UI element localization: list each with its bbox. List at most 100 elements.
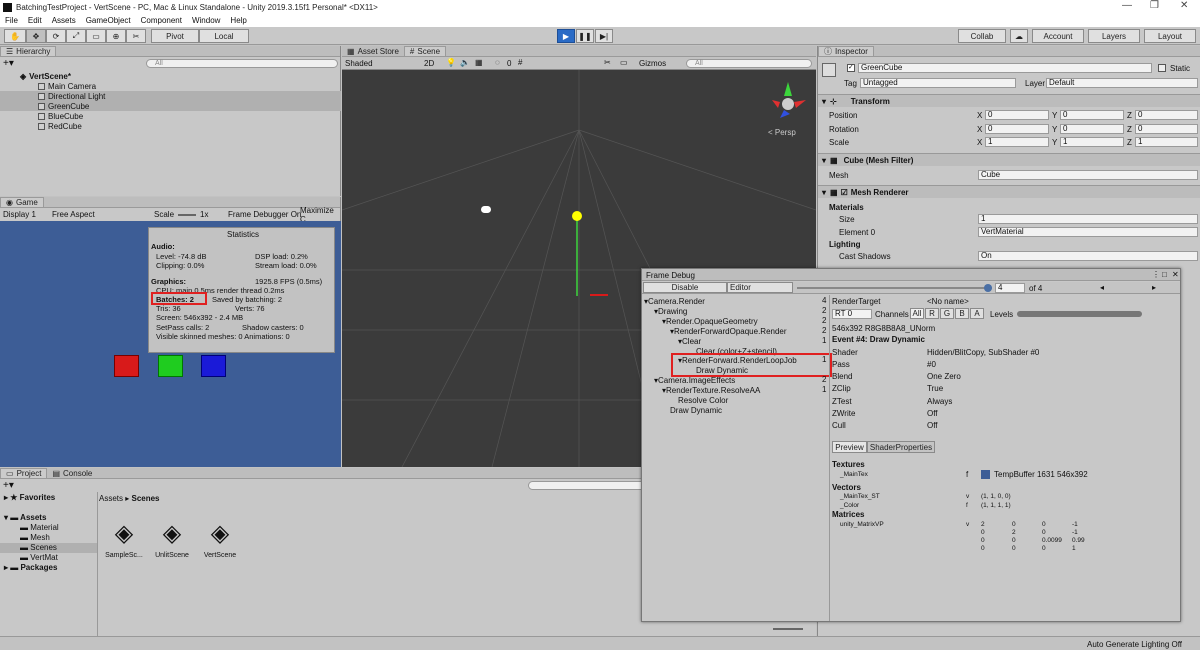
hierarchy-item-greencube[interactable]: GreenCube <box>0 101 341 111</box>
tree-forward-opaque[interactable]: ▾ RenderForwardOpaque.Render <box>670 326 787 336</box>
folder-vertmat[interactable]: ▬ VertMat <box>20 553 58 562</box>
position-z-field[interactable]: 0 <box>1135 110 1198 120</box>
active-checkbox[interactable]: ✓ <box>847 64 855 72</box>
layers-button[interactable]: Layers <box>1088 29 1140 43</box>
prev-event-icon[interactable]: ◂ <box>1100 283 1104 292</box>
rotate-tool-icon[interactable]: ⟳ <box>46 29 66 43</box>
tab-game[interactable]: ◉ Game <box>0 197 44 207</box>
position-x-field[interactable]: 0 <box>985 110 1049 120</box>
rotation-z-field[interactable]: 0 <box>1135 124 1198 134</box>
rect-tool-icon[interactable]: ▭ <box>86 29 106 43</box>
breadcrumb-leaf[interactable]: Scenes <box>131 494 159 503</box>
transform-header[interactable]: ▾ ⊹ Transform <box>818 94 1200 107</box>
pause-button[interactable]: ❚❚ <box>576 29 594 43</box>
cast-shadows-dropdown[interactable]: On <box>978 251 1198 261</box>
meshrenderer-checkbox[interactable]: ☑ <box>841 188 848 197</box>
audio-toggle-icon[interactable]: 🔈 <box>460 58 470 67</box>
gizmos-dropdown[interactable]: Gizmos <box>639 59 666 68</box>
add-icon[interactable]: +▾ <box>3 58 14 69</box>
mesh-field[interactable]: Cube <box>978 170 1198 180</box>
event-slider-thumb[interactable] <box>984 284 992 292</box>
lighting-toggle-icon[interactable]: 💡 <box>446 58 456 67</box>
minimize-icon[interactable]: — <box>1122 0 1132 11</box>
editor-dropdown[interactable]: Editor <box>727 282 793 293</box>
play-button[interactable]: ▶ <box>557 29 575 43</box>
tab-hierarchy[interactable]: ☰ Hierarchy <box>0 46 57 56</box>
scale-z-field[interactable]: 1 <box>1135 137 1198 147</box>
tab-inspector[interactable]: ⓘ Inspector <box>818 46 874 56</box>
menu-gameobject[interactable]: GameObject <box>86 16 131 25</box>
menu-window[interactable]: Window <box>192 16 220 25</box>
folder-mesh[interactable]: ▬ Mesh <box>20 533 50 542</box>
tab-shader-properties[interactable]: ShaderProperties <box>867 441 935 453</box>
meshfilter-header[interactable]: ▾ ▦ Cube (Mesh Filter) <box>818 153 1200 166</box>
channel-b-button[interactable]: B <box>955 308 969 319</box>
hierarchy-item-directional-light[interactable]: Directional Light <box>0 91 341 101</box>
hidden-objects-icon[interactable]: ◌ <box>495 58 500 67</box>
shading-dropdown[interactable]: Shaded <box>345 59 373 68</box>
local-button[interactable]: Local <box>199 29 249 43</box>
hierarchy-item-redcube[interactable]: RedCube <box>0 121 341 131</box>
event-slider[interactable] <box>797 287 992 289</box>
camera-icon[interactable]: ▭ <box>620 58 628 67</box>
rotation-x-field[interactable]: 0 <box>985 124 1049 134</box>
channel-g-button[interactable]: G <box>940 308 954 319</box>
materials-label[interactable]: Materials <box>829 203 864 212</box>
custom-tool-icon[interactable]: ✂ <box>126 29 146 43</box>
tab-console[interactable]: ▤ Console <box>47 468 97 478</box>
event-step-field[interactable]: 4 <box>995 283 1025 293</box>
effects-icon[interactable]: ▦ <box>475 58 483 67</box>
breadcrumb-root[interactable]: Assets <box>99 494 123 503</box>
scene-search-input[interactable]: All <box>686 59 812 68</box>
tree-camera-render[interactable]: ▾ Camera.Render <box>644 296 705 306</box>
create-icon[interactable]: +▾ <box>3 480 14 491</box>
transform-tool-icon[interactable]: ⊕ <box>106 29 126 43</box>
folder-material[interactable]: ▬ Material <box>20 523 59 532</box>
position-y-field[interactable]: 0 <box>1060 110 1124 120</box>
maximize-icon[interactable]: ❐ <box>1150 0 1159 11</box>
asset-file-samplescene[interactable]: ◈ SampleSc... <box>104 516 144 559</box>
layer-dropdown[interactable]: Default <box>1046 78 1198 88</box>
scale-tool-icon[interactable]: ⤢ <box>66 29 86 43</box>
persp-label[interactable]: < Persp <box>768 128 796 137</box>
mode-2d-toggle[interactable]: 2D <box>424 59 434 68</box>
channel-all-button[interactable]: All <box>910 308 924 319</box>
tree-drawing[interactable]: ▾ Drawing <box>654 306 687 316</box>
hand-tool-icon[interactable]: ✋ <box>4 29 26 43</box>
folder-scenes[interactable]: ▬ Scenes <box>0 543 97 553</box>
channel-a-button[interactable]: A <box>970 308 984 319</box>
zoom-slider[interactable] <box>773 628 803 630</box>
size-field[interactable]: 1 <box>978 214 1198 224</box>
disable-button[interactable]: Disable <box>643 282 727 293</box>
menu-assets[interactable]: Assets <box>52 16 76 25</box>
scale-slider[interactable] <box>178 214 196 216</box>
channel-r-button[interactable]: R <box>925 308 939 319</box>
tools-icon[interactable]: ✂ <box>604 58 611 67</box>
rt-dropdown[interactable]: RT 0 <box>832 309 872 319</box>
tab-asset-store[interactable]: ▦ Asset Store <box>342 46 404 56</box>
move-tool-icon[interactable]: ✥ <box>26 29 46 43</box>
lighting-status[interactable]: Auto Generate Lighting Off <box>1087 640 1182 649</box>
tag-dropdown[interactable]: Untagged <box>860 78 1016 88</box>
meshrenderer-header[interactable]: ▾ ▦ ☑ Mesh Renderer <box>818 185 1200 198</box>
cloud-icon[interactable]: ☁ <box>1010 29 1028 43</box>
next-event-icon[interactable]: ▸ <box>1152 283 1156 292</box>
lighting-label[interactable]: Lighting <box>829 240 861 249</box>
menu-file[interactable]: File <box>5 16 18 25</box>
collab-button[interactable]: Collab <box>958 29 1006 43</box>
display-dropdown[interactable]: Display 1 <box>3 210 36 219</box>
step-button[interactable]: ▶| <box>595 29 613 43</box>
menu-component[interactable]: Component <box>141 16 182 25</box>
favorites-item[interactable]: ▸ ★ Favorites <box>4 493 55 502</box>
rotation-y-field[interactable]: 0 <box>1060 124 1124 134</box>
tree-draw-dynamic-2[interactable]: Draw Dynamic <box>670 405 722 415</box>
layout-button[interactable]: Layout <box>1144 29 1196 43</box>
scene-orientation-gizmo[interactable] <box>764 78 812 124</box>
hierarchy-item-main-camera[interactable]: Main Camera <box>0 81 341 91</box>
menu-help[interactable]: Help <box>230 16 246 25</box>
hierarchy-search-input[interactable]: All <box>146 59 338 68</box>
account-button[interactable]: Account <box>1032 29 1084 43</box>
element-field[interactable]: VertMaterial <box>978 227 1198 237</box>
tree-clear[interactable]: ▾ Clear <box>678 336 701 346</box>
tree-image-effects[interactable]: ▾ Camera.ImageEffects <box>654 375 735 385</box>
